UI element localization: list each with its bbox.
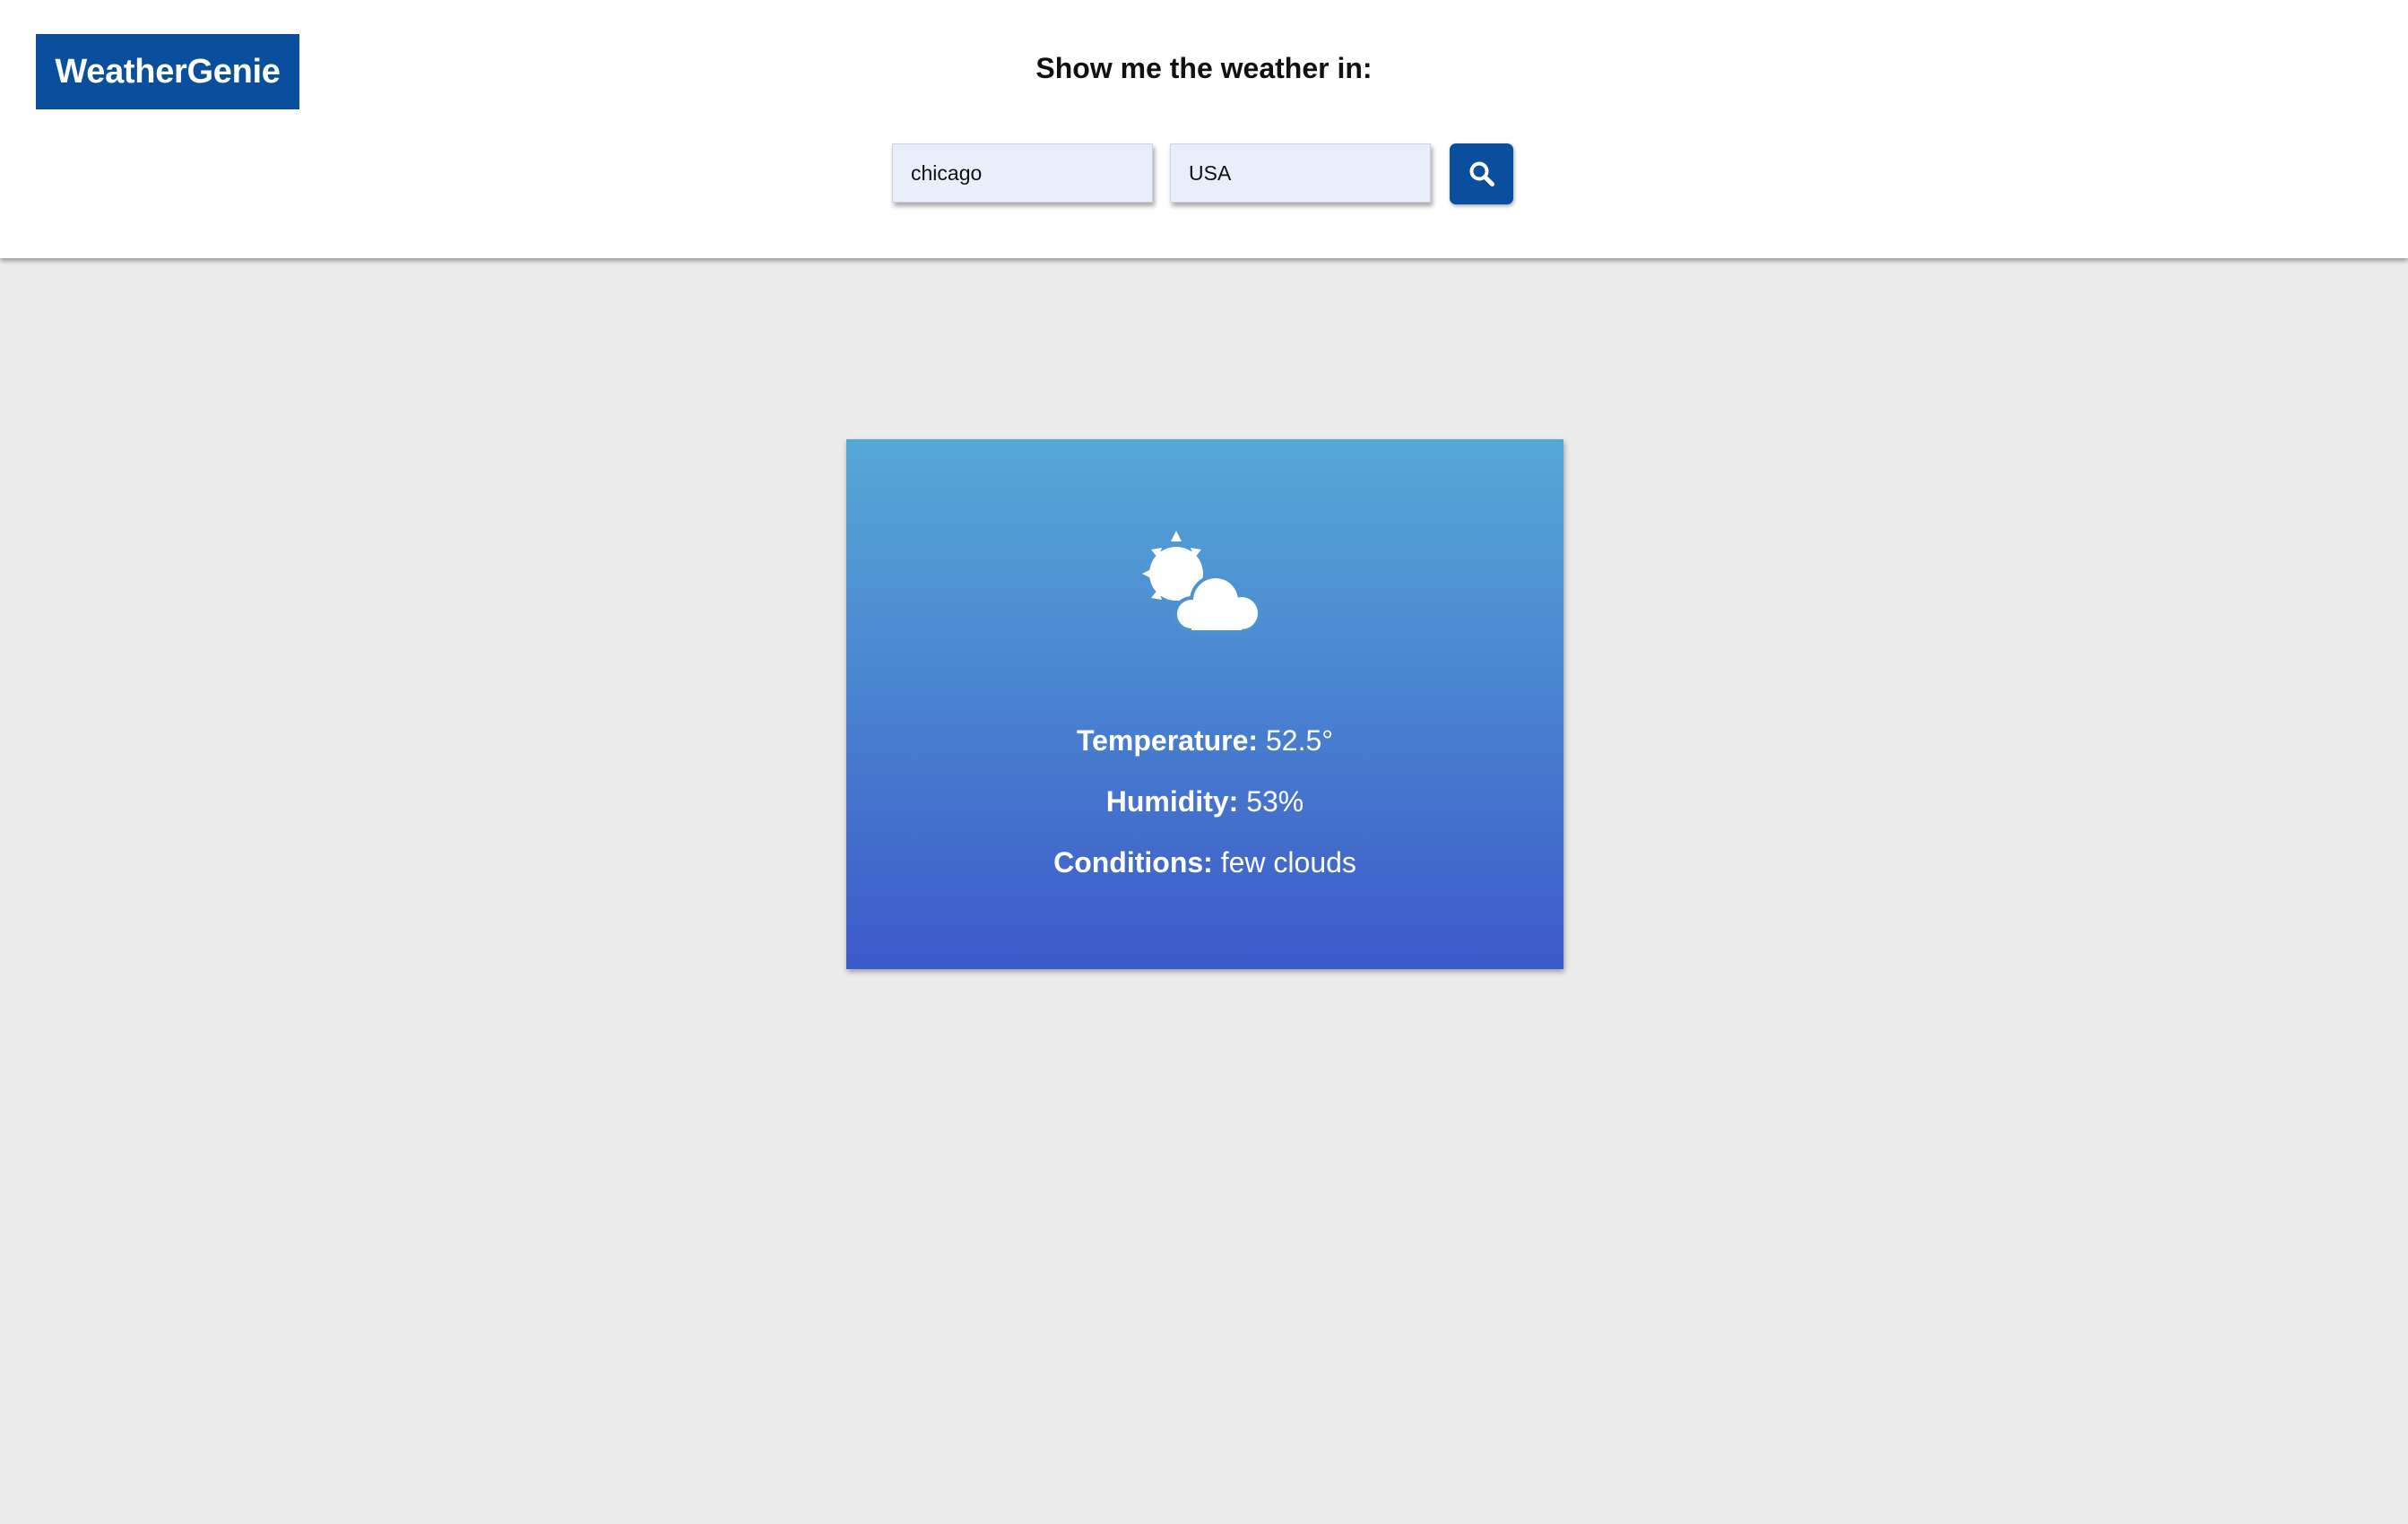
search-icon (1469, 161, 1494, 186)
search-prompt: Show me the weather in: (1035, 52, 1373, 84)
weather-card: Temperature: 52.5° Humidity: 53% Conditi… (846, 439, 1563, 969)
partly-cloudy-icon (1142, 531, 1261, 634)
conditions-value: few clouds (1220, 846, 1356, 879)
conditions-label: Conditions: (1053, 846, 1213, 879)
temperature-value: 52.5° (1265, 724, 1334, 757)
country-input[interactable] (1170, 143, 1431, 203)
humidity-label: Humidity: (1105, 785, 1239, 818)
search-button[interactable] (1450, 143, 1513, 204)
top-header: WeatherGenie Show me the weather in: (0, 0, 2408, 258)
humidity-row: Humidity: 53% (846, 785, 1563, 818)
temperature-row: Temperature: 52.5° (846, 724, 1563, 758)
temperature-label: Temperature: (1076, 724, 1259, 757)
city-input[interactable] (892, 143, 1153, 203)
humidity-value: 53% (1246, 785, 1304, 818)
conditions-row: Conditions: few clouds (846, 846, 1563, 879)
